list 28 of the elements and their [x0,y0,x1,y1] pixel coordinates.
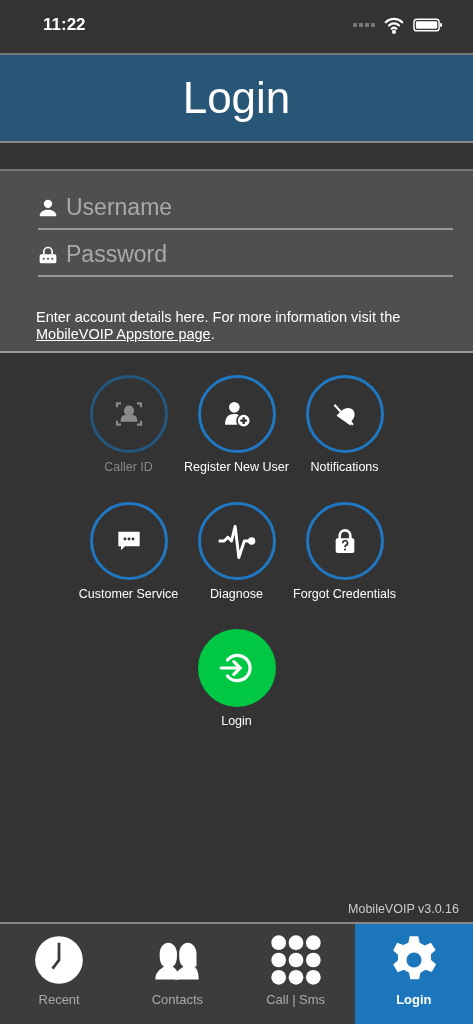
user-icon [38,197,58,218]
action-label: Notifications [310,460,379,474]
password-field[interactable]: Password [64,240,453,269]
action-button[interactable] [89,502,168,580]
username-field[interactable]: Username [64,193,453,222]
page-title: Login [182,73,291,123]
action-label: Customer Service [78,587,179,601]
action-button[interactable] [197,502,276,580]
tab[interactable]: Login [354,924,473,1024]
action-label: Forgot Credentials [293,587,396,601]
action-button[interactable] [305,502,384,580]
action-button[interactable] [197,375,276,453]
lock-icon [38,244,58,265]
status-time: 11:22 [43,14,86,35]
action-label: Register New User [184,460,289,474]
action-button[interactable] [305,375,384,453]
version-text: MobileVOIP v3.0.16 [348,902,459,916]
tab[interactable]: Call | Sms [236,924,355,1024]
tab[interactable]: Recent [0,924,119,1024]
tab[interactable]: Contacts [118,924,237,1024]
info-text: Enter account details here. For more information visit the MobileVOIP Appstore page. [36,309,402,343]
action-label: Diagnose [210,587,263,601]
signal-icon [353,22,375,27]
appstore-link[interactable]: MobileVOIP Appstore page [36,326,211,342]
dialpad-icon [269,934,322,986]
clock-icon [33,934,86,986]
action-label: Caller ID [104,460,153,474]
login-label: Login [221,714,252,728]
